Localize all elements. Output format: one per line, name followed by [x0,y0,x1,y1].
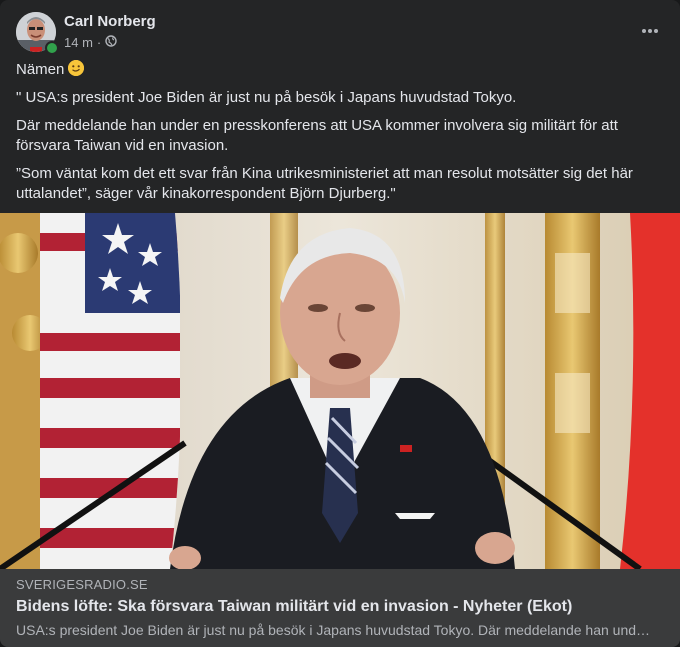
post-time[interactable]: 14 m [64,35,93,50]
post-text-paragraph: " USA:s president Joe Biden är just nu p… [16,89,517,106]
post-text-paragraph: Där meddelande han under en presskonfere… [16,117,618,154]
link-preview-description: USA:s president Joe Biden är just nu på … [16,622,656,638]
link-preview-domain: SVERIGESRADIO.SE [16,577,148,592]
post-text-intro: Nämen [16,61,65,78]
author-name[interactable]: Carl Norberg [64,13,156,30]
post-card: Carl Norberg 14 m · Nämen " USA:s presid… [0,0,680,647]
post-header: Carl Norberg 14 m · [16,12,664,55]
more-options-button[interactable] [636,16,664,44]
post-text-paragraph: ”Som väntat kom det ett svar från Kina u… [16,165,633,202]
link-preview[interactable]: SVERIGESRADIO.SE Bidens löfte: Ska försv… [0,569,680,647]
slightly-smiling-face-icon [68,60,85,76]
link-preview-title[interactable]: Bidens löfte: Ska försvara Taiwan militä… [16,598,572,616]
meta-separator: · [96,35,102,50]
link-preview-image[interactable] [0,213,680,569]
post-text: Nämen " USA:s president Joe Biden är jus… [16,60,664,212]
post-meta: 14 m · [64,35,117,50]
post-text-line1: Nämen [16,60,664,80]
more-horizontal-icon [641,21,659,39]
globe-icon[interactable] [105,35,117,50]
online-status-dot [45,41,59,55]
